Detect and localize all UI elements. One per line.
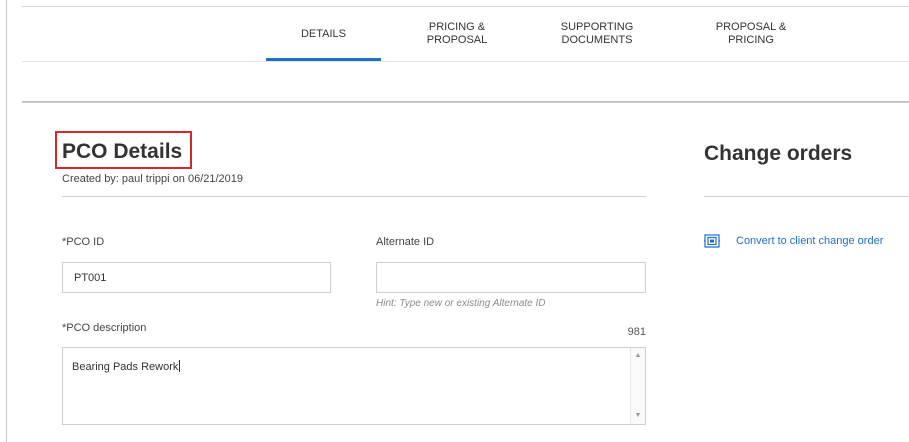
- tab-proposal-pricing[interactable]: PROPOSAL & PRICING: [696, 7, 806, 61]
- textarea-scrollbar[interactable]: ▲ ▼: [630, 348, 645, 424]
- pco-id-input[interactable]: [62, 262, 331, 293]
- scroll-up-arrow-icon[interactable]: ▲: [631, 351, 645, 361]
- pco-description-text: Bearing Pads Rework: [72, 361, 179, 373]
- tab-supporting-documents-label: SUPPORTING DOCUMENTS: [560, 21, 634, 46]
- tab-pricing-proposal[interactable]: PRICING & PROPOSAL: [402, 7, 512, 61]
- left-border: [6, 0, 7, 442]
- pco-description-text-row: Bearing Pads Rework: [72, 360, 181, 373]
- alternate-id-label: Alternate ID: [376, 236, 435, 248]
- details-divider: [62, 196, 646, 197]
- tab-supporting-documents[interactable]: SUPPORTING DOCUMENTS: [542, 7, 652, 61]
- tab-details[interactable]: DETAILS: [266, 7, 381, 61]
- alternate-id-hint: Hint: Type new or existing Alternate ID: [376, 298, 546, 309]
- description-char-counter: 981: [627, 326, 646, 338]
- pco-description-label: *PCO description: [62, 322, 147, 334]
- tab-pricing-proposal-label: PRICING & PROPOSAL: [426, 21, 488, 46]
- change-orders-divider: [704, 196, 909, 197]
- tab-details-label: DETAILS: [300, 27, 347, 40]
- scroll-down-arrow-icon[interactable]: ▼: [631, 411, 645, 421]
- pco-id-label: *PCO ID: [62, 236, 105, 248]
- tab-bar: DETAILS PRICING & PROPOSAL SUPPORTING DOCU…: [22, 7, 909, 61]
- section-divider: [22, 101, 909, 103]
- convert-to-client-change-order-link[interactable]: Convert to client change order: [736, 235, 883, 247]
- tab-bar-divider: [22, 61, 909, 62]
- created-by-text: Created by: paul trippi on 06/21/2019: [62, 173, 244, 185]
- convert-to-client-change-order-action[interactable]: Convert to client change order: [704, 234, 883, 248]
- convert-icon: [704, 234, 720, 248]
- tab-proposal-pricing-label: PROPOSAL & PRICING: [715, 21, 787, 46]
- text-caret: [179, 360, 181, 372]
- alternate-id-input[interactable]: [376, 262, 646, 293]
- pco-description-textarea[interactable]: Bearing Pads Rework ▲ ▼: [62, 347, 646, 425]
- page-title: PCO Details: [62, 140, 183, 163]
- change-orders-title: Change orders: [704, 142, 853, 165]
